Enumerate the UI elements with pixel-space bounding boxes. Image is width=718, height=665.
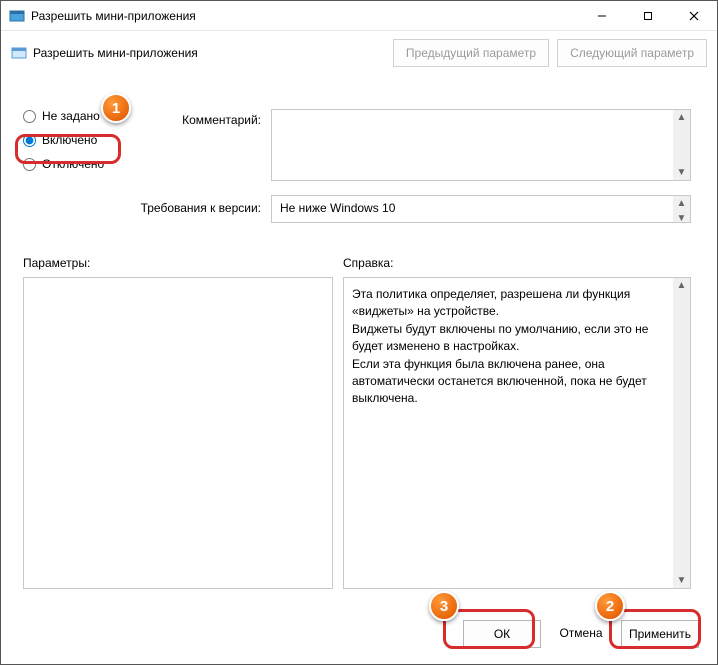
- policy-icon: [11, 45, 27, 61]
- scroll-up-icon: ▲: [677, 110, 687, 125]
- previous-setting-button[interactable]: Предыдущий параметр: [393, 39, 549, 67]
- dialog-button-row: ОК Отмена Применить: [463, 620, 699, 648]
- scrollbar[interactable]: ▲ ▼: [673, 278, 690, 588]
- policy-title: Разрешить мини-приложения: [33, 46, 385, 60]
- comment-value: [276, 114, 670, 176]
- requirements-value: Не ниже Windows 10: [280, 201, 395, 215]
- annotation-callout-1: 1: [101, 93, 131, 123]
- radio-label: Включено: [42, 133, 97, 147]
- window-title: Разрешить мини-приложения: [31, 9, 579, 23]
- help-panel: Эта политика определяет, разрешена ли фу…: [343, 277, 691, 589]
- radio-disabled-input[interactable]: [23, 158, 36, 171]
- scroll-down-icon: ▼: [677, 165, 687, 180]
- policy-header: Разрешить мини-приложения Предыдущий пар…: [1, 31, 717, 71]
- ok-button[interactable]: ОК: [463, 620, 541, 648]
- comment-textarea[interactable]: ▲ ▼: [271, 109, 691, 181]
- scroll-up-icon: ▲: [677, 196, 687, 211]
- app-icon: [9, 8, 25, 24]
- parameters-section-label: Параметры:: [23, 256, 90, 270]
- parameters-panel: [23, 277, 333, 589]
- scrollbar[interactable]: ▲ ▼: [673, 196, 690, 222]
- minimize-button[interactable]: [579, 1, 625, 31]
- radio-not-configured-input[interactable]: [23, 110, 36, 123]
- scroll-down-icon: ▼: [677, 573, 687, 588]
- radio-enabled-input[interactable]: [23, 134, 36, 147]
- close-button[interactable]: [671, 1, 717, 31]
- radio-label: Отключено: [42, 157, 104, 171]
- requirements-field: Не ниже Windows 10 ▲ ▼: [271, 195, 691, 223]
- scrollbar[interactable]: ▲ ▼: [673, 110, 690, 180]
- help-section-label: Справка:: [343, 256, 393, 270]
- radio-enabled[interactable]: Включено: [23, 133, 143, 147]
- requirements-label: Требования к версии:: [129, 201, 261, 215]
- next-setting-button[interactable]: Следующий параметр: [557, 39, 707, 67]
- titlebar: Разрешить мини-приложения: [1, 1, 717, 31]
- radio-disabled[interactable]: Отключено: [23, 157, 143, 171]
- help-text: Эта политика определяет, разрешена ли фу…: [352, 286, 668, 408]
- scroll-down-icon: ▼: [677, 211, 687, 226]
- cancel-button[interactable]: Отмена: [551, 620, 611, 648]
- apply-button[interactable]: Применить: [621, 620, 699, 648]
- comment-label: Комментарий:: [151, 113, 261, 127]
- radio-label: Не задано: [42, 109, 100, 123]
- scroll-up-icon: ▲: [677, 278, 687, 293]
- annotation-callout-2: 2: [595, 591, 625, 621]
- annotation-callout-3: 3: [429, 591, 459, 621]
- maximize-button[interactable]: [625, 1, 671, 31]
